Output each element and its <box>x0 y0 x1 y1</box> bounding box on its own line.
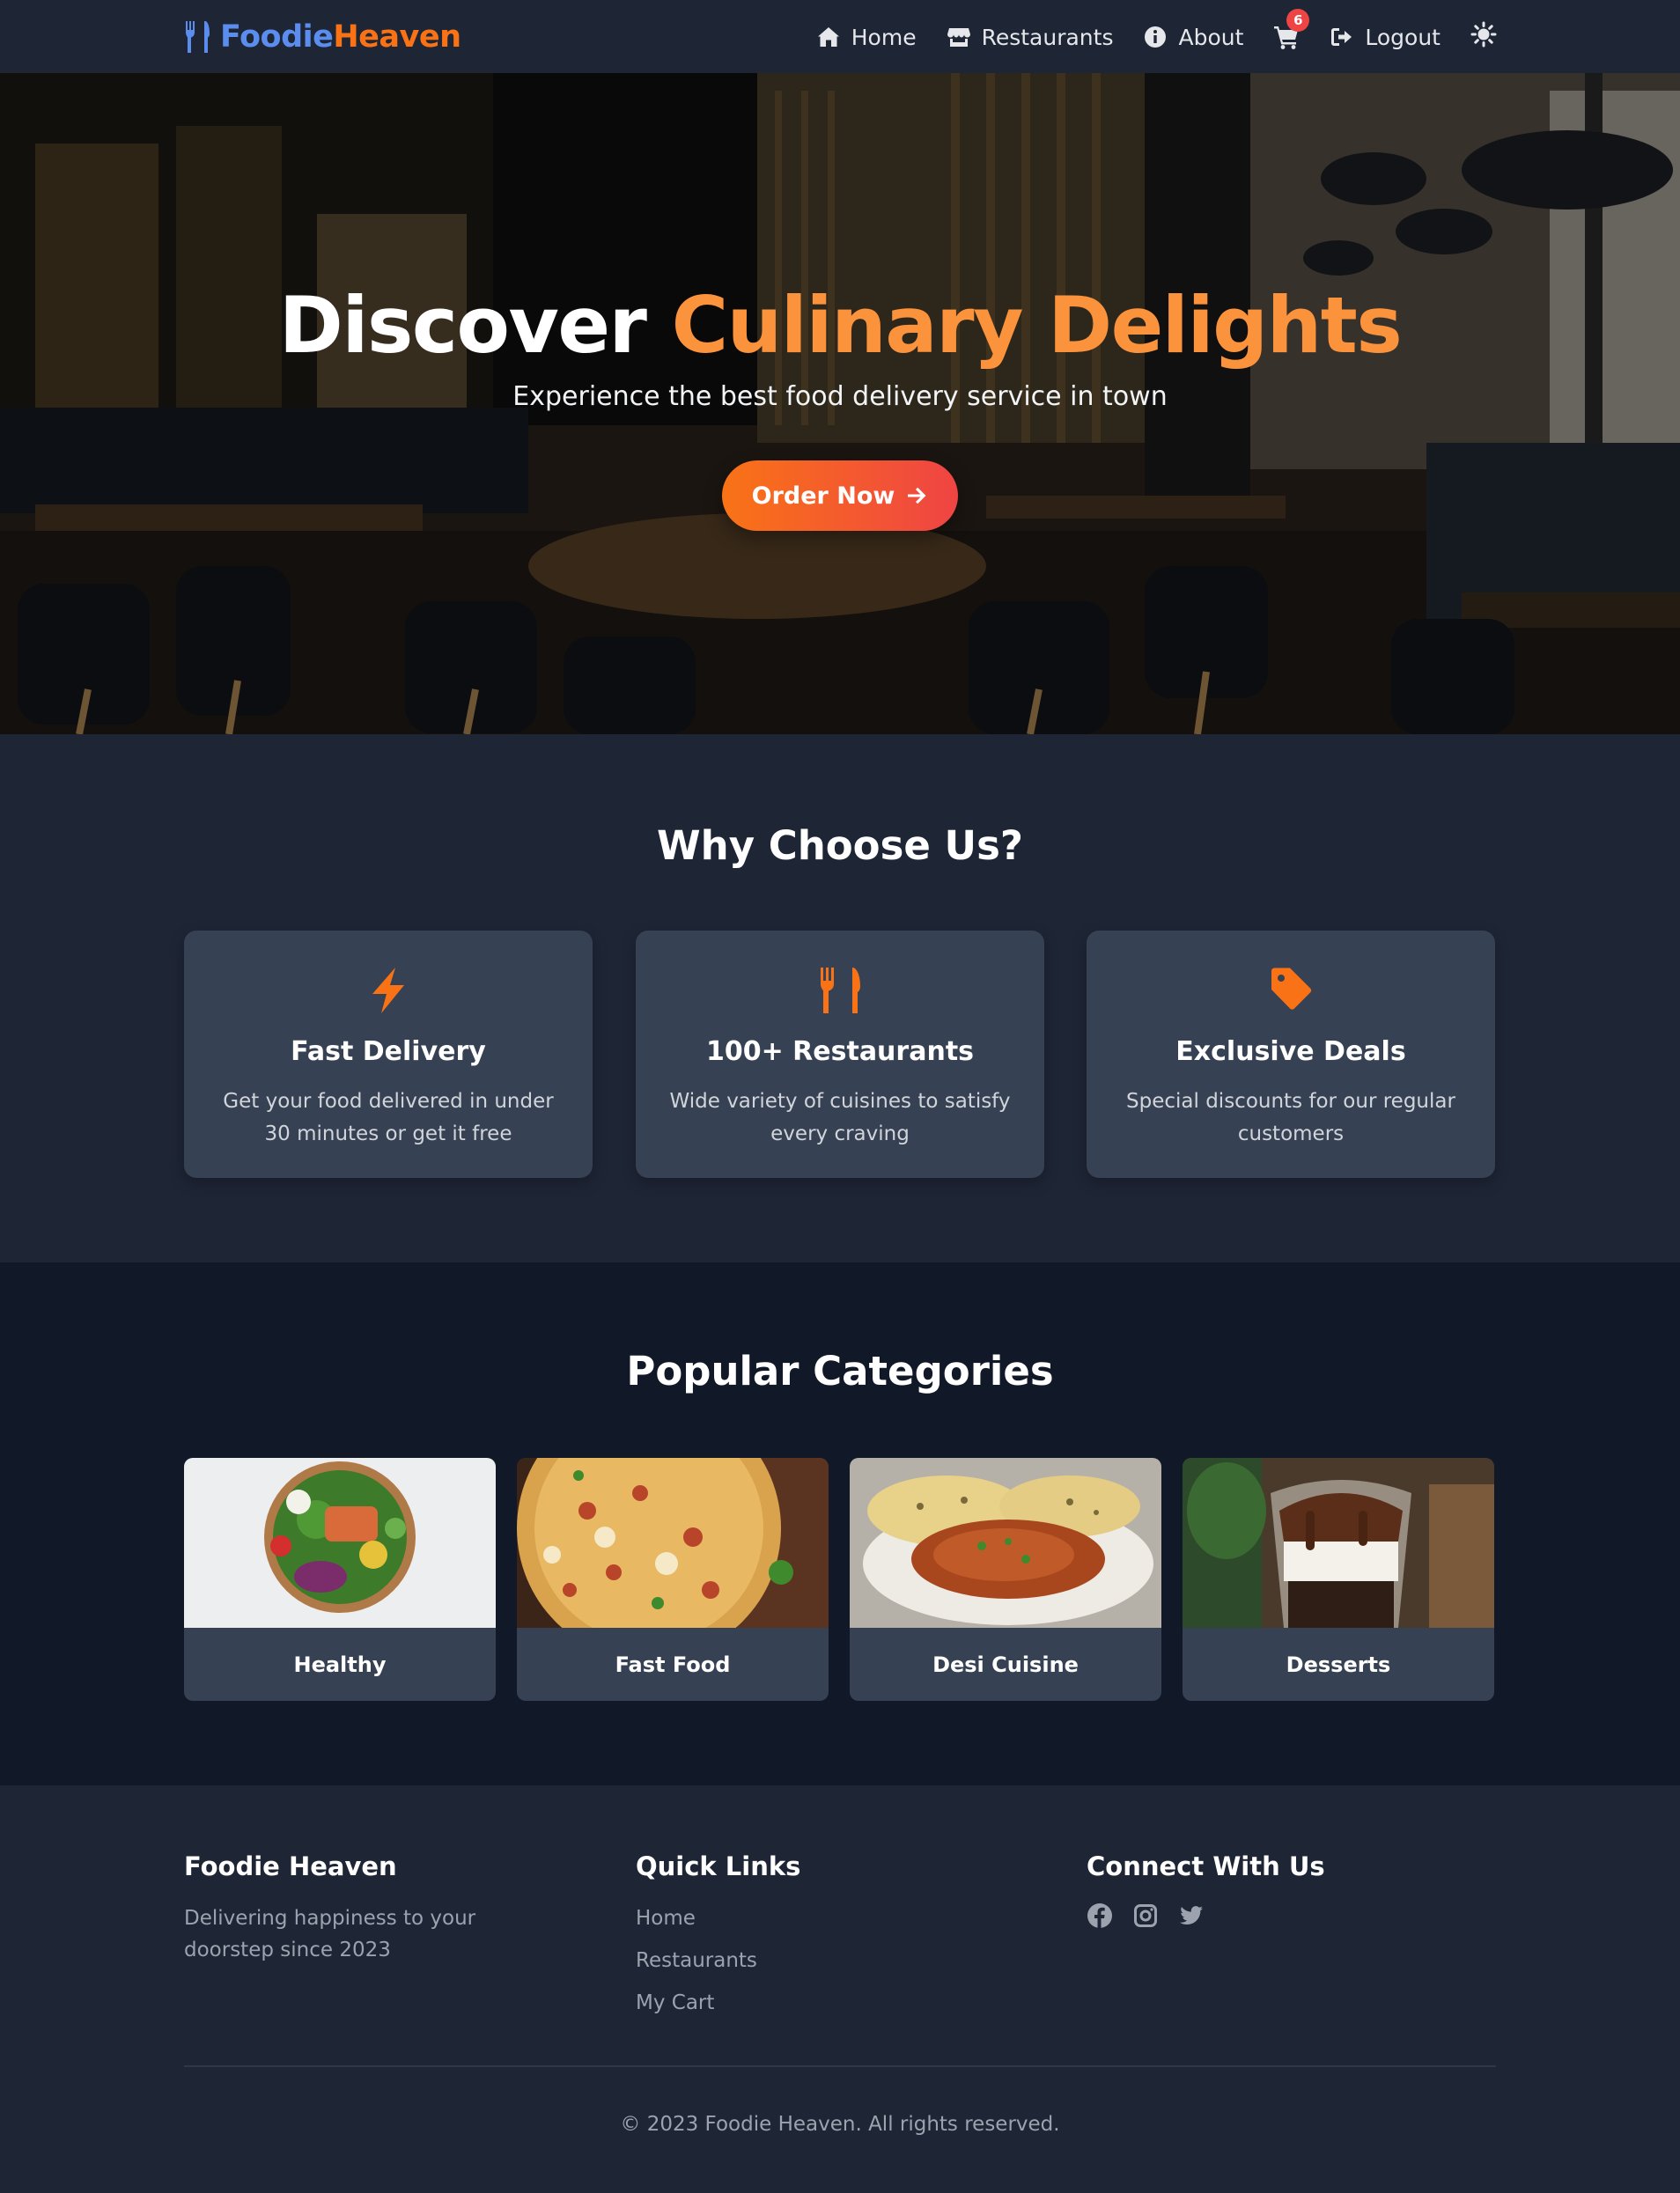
logout-link[interactable]: Logout <box>1330 25 1441 50</box>
nav-restaurants-link[interactable]: Restaurants <box>947 24 1114 50</box>
why-choose-us-section: Why Choose Us? Fast Delivery Get your fo… <box>0 734 1680 1262</box>
feature-title: Exclusive Deals <box>1175 1036 1406 1067</box>
category-name: Desi Cuisine <box>932 1652 1079 1677</box>
sun-icon <box>1470 21 1497 48</box>
hero-title: Discover Culinary Delights <box>0 277 1680 374</box>
footer-divider <box>184 2065 1496 2067</box>
info-icon <box>1145 26 1167 48</box>
theme-toggle-button[interactable] <box>1470 21 1497 53</box>
logout-icon <box>1331 28 1352 46</box>
order-now-label: Order Now <box>751 482 895 510</box>
footer-brand-text: Delivering happiness to your doorstep si… <box>184 1907 476 1961</box>
salad-bowl-image <box>184 1458 496 1628</box>
feature-text: Get your food delivered in under 30 minu… <box>223 1090 554 1145</box>
nav-links: Home Restaurants About 6 Logout <box>816 9 1497 55</box>
bolt-icon <box>372 968 404 1013</box>
popular-categories-section: Popular Categories Healthy Fast Food Des… <box>0 1262 1680 1785</box>
instagram-icon[interactable] <box>1132 1902 1159 1929</box>
hero-title-accent: Culinary Delights <box>671 280 1403 371</box>
brand-name-part1: Foodie <box>220 19 334 55</box>
curry-plate-image <box>850 1458 1161 1628</box>
navbar: Foodie Heaven Home Restaurants About 6 Lo… <box>0 0 1680 73</box>
footer-link-home[interactable]: Home <box>636 1897 800 1939</box>
category-card-fast-food[interactable]: Fast Food <box>517 1458 829 1701</box>
footer-social-title: Connect With Us <box>1087 1851 1325 1881</box>
feature-text: Wide variety of cuisines to satisfy ever… <box>669 1090 1011 1145</box>
categories-section-title: Popular Categories <box>626 1348 1054 1395</box>
footer-brand-column: Foodie Heaven Delivering happiness to yo… <box>184 1851 563 1966</box>
brand-logo[interactable]: Foodie Heaven <box>184 19 461 55</box>
why-section-title: Why Choose Us? <box>657 822 1023 869</box>
footer-social-column: Connect With Us <box>1087 1851 1325 1929</box>
cart-button[interactable]: 6 <box>1273 9 1310 50</box>
feature-text: Special discounts for our regular custom… <box>1126 1090 1455 1145</box>
category-card-desi-cuisine[interactable]: Desi Cuisine <box>850 1458 1161 1701</box>
feature-title: 100+ Restaurants <box>705 1036 975 1067</box>
footer-link-my-cart[interactable]: My Cart <box>636 1982 800 2024</box>
footer-links-title: Quick Links <box>636 1851 801 1881</box>
tag-icon <box>1271 968 1312 1010</box>
arrow-right-icon <box>908 487 926 504</box>
nav-restaurants-label: Restaurants <box>981 24 1114 50</box>
category-card-desserts[interactable]: Desserts <box>1183 1458 1494 1701</box>
nav-home-label: Home <box>851 24 917 50</box>
footer-quick-links-column: Quick Links Home Restaurants My Cart <box>636 1851 800 2024</box>
copyright-text: © 2023 Foodie Heaven. All rights reserve… <box>620 2113 1060 2136</box>
cart-count-badge: 6 <box>1286 9 1310 32</box>
hero-subtitle: Experience the best food delivery servic… <box>512 381 1168 412</box>
utensils-icon <box>186 21 210 53</box>
home-icon <box>817 27 839 47</box>
pizza-image <box>517 1458 829 1628</box>
feature-title: Fast Delivery <box>291 1036 486 1067</box>
dessert-jar-image <box>1183 1458 1494 1628</box>
twitter-icon[interactable] <box>1178 1902 1205 1929</box>
utensils-icon <box>821 968 860 1013</box>
category-name: Fast Food <box>615 1652 731 1677</box>
category-card-healthy[interactable]: Healthy <box>184 1458 496 1701</box>
feature-card-fast-delivery: Fast Delivery Get your food delivered in… <box>184 931 593 1178</box>
nav-about-label: About <box>1178 24 1244 50</box>
store-icon <box>947 28 970 47</box>
nav-home-link[interactable]: Home <box>816 25 917 50</box>
hero-title-plain: Discover <box>278 280 672 371</box>
feature-card-exclusive-deals: Exclusive Deals Special discounts for ou… <box>1087 931 1495 1178</box>
facebook-icon[interactable] <box>1087 1902 1113 1929</box>
feature-card-restaurants: 100+ Restaurants Wide variety of cuisine… <box>636 931 1044 1178</box>
logout-label: Logout <box>1365 24 1441 50</box>
category-name: Healthy <box>293 1652 387 1677</box>
nav-about-link[interactable]: About <box>1143 25 1243 50</box>
footer: Foodie Heaven Delivering happiness to yo… <box>0 1785 1680 2193</box>
category-name: Desserts <box>1286 1652 1391 1677</box>
brand-name-part2: Heaven <box>333 19 461 55</box>
order-now-button[interactable]: Order Now <box>722 460 958 531</box>
footer-link-restaurants[interactable]: Restaurants <box>636 1939 800 1982</box>
social-links <box>1087 1902 1325 1929</box>
hero-section: Discover Culinary Delights Experience th… <box>0 73 1680 734</box>
footer-brand-title: Foodie Heaven <box>184 1851 397 1881</box>
